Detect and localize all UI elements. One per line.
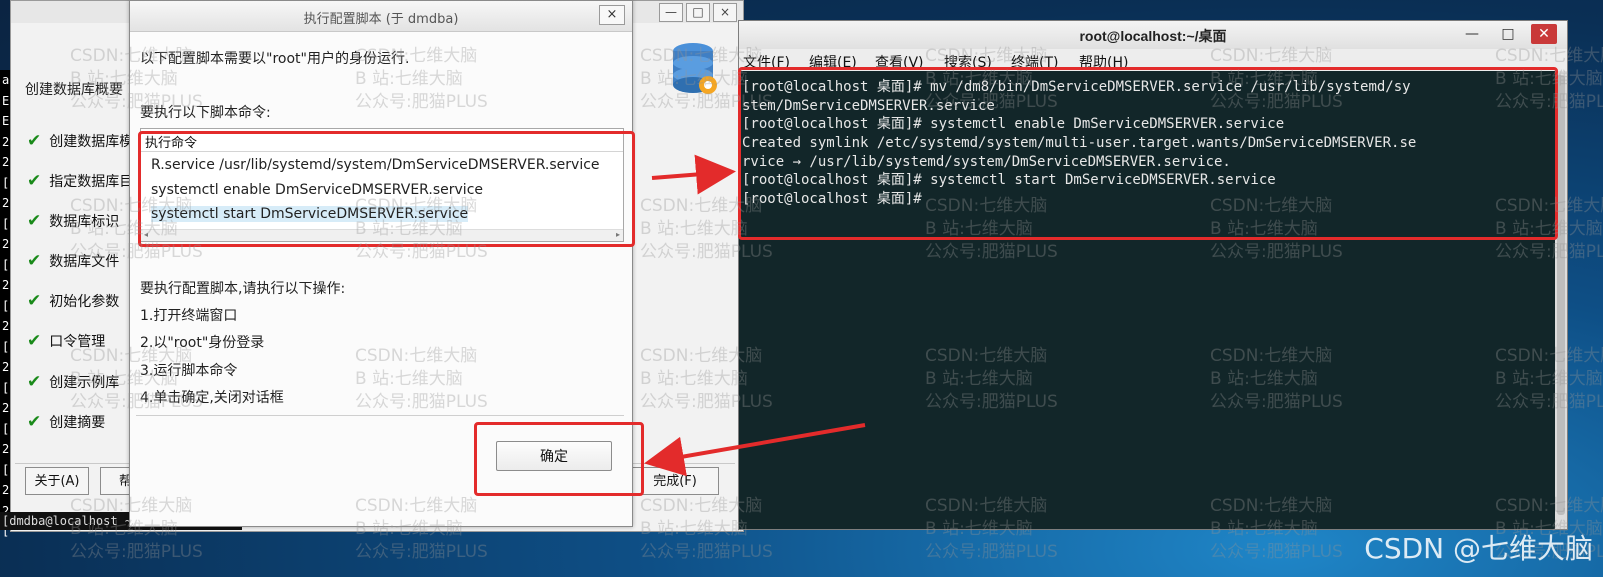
step-item: ✔ 口令管理: [27, 331, 106, 351]
brand-watermark: CSDN @七维大脑: [1364, 532, 1593, 565]
commands-label: 要执行以下脚本命令:: [140, 105, 271, 121]
maximize-icon[interactable]: □: [1495, 24, 1521, 44]
database-logo-icon: [666, 39, 721, 99]
check-icon: ✔: [27, 291, 42, 311]
minimize-icon[interactable]: —: [659, 3, 683, 22]
terminal-window-controls: — □ ✕: [1459, 24, 1557, 44]
finish-button[interactable]: 完成(F): [631, 467, 719, 495]
instruction-item: 3.运行脚本命令: [140, 363, 238, 379]
step-item: ✔ 指定数据库目: [27, 171, 134, 191]
close-icon[interactable]: ✕: [1531, 24, 1557, 44]
dialog-title: 执行配置脚本 (于 dmdba): [303, 12, 459, 27]
check-icon: ✔: [27, 131, 42, 151]
step-item: ✔ 创建摘要: [27, 412, 106, 432]
dialog-intro: 以下配置脚本需要以"root"用户的身份运行.: [140, 51, 410, 67]
step-item: ✔ 数据库标识: [27, 211, 120, 231]
instruction-item: 4.单击确定,关闭对话框: [140, 390, 284, 406]
step-item: ✔ 创建数据库模: [27, 131, 134, 151]
instruction-item: 2.以"root"身份登录: [140, 335, 265, 351]
scrollbar-thumb[interactable]: [1557, 75, 1565, 515]
check-icon: ✔: [27, 412, 42, 432]
installer-heading: 创建数据库概要: [25, 82, 123, 98]
maximize-icon[interactable]: □: [686, 3, 710, 22]
check-icon: ✔: [27, 171, 42, 191]
installer-window-controls: — □ ×: [656, 3, 737, 22]
check-icon: ✔: [27, 251, 42, 271]
check-icon: ✔: [27, 211, 42, 231]
about-button[interactable]: 关于(A): [25, 467, 89, 495]
close-icon[interactable]: ×: [713, 3, 737, 22]
minimize-icon[interactable]: —: [1459, 24, 1485, 44]
highlight-box-terminal: [738, 67, 1558, 240]
step-item: ✔ 创建示例库: [27, 372, 120, 392]
check-icon: ✔: [27, 372, 42, 392]
instructions-title: 要执行配置脚本,请执行以下操作:: [140, 281, 346, 297]
instruction-item: 1.打开终端窗口: [140, 308, 238, 324]
close-icon[interactable]: ×: [599, 5, 625, 25]
terminal-title: root@localhost:~/桌面: [1079, 28, 1227, 44]
step-item: ✔ 初始化参数: [27, 291, 120, 311]
highlight-box-commands: [138, 131, 635, 247]
divider: [136, 415, 624, 416]
check-icon: ✔: [27, 331, 42, 351]
step-item: ✔ 数据库文件: [27, 251, 120, 271]
highlight-box-ok: [474, 422, 644, 496]
